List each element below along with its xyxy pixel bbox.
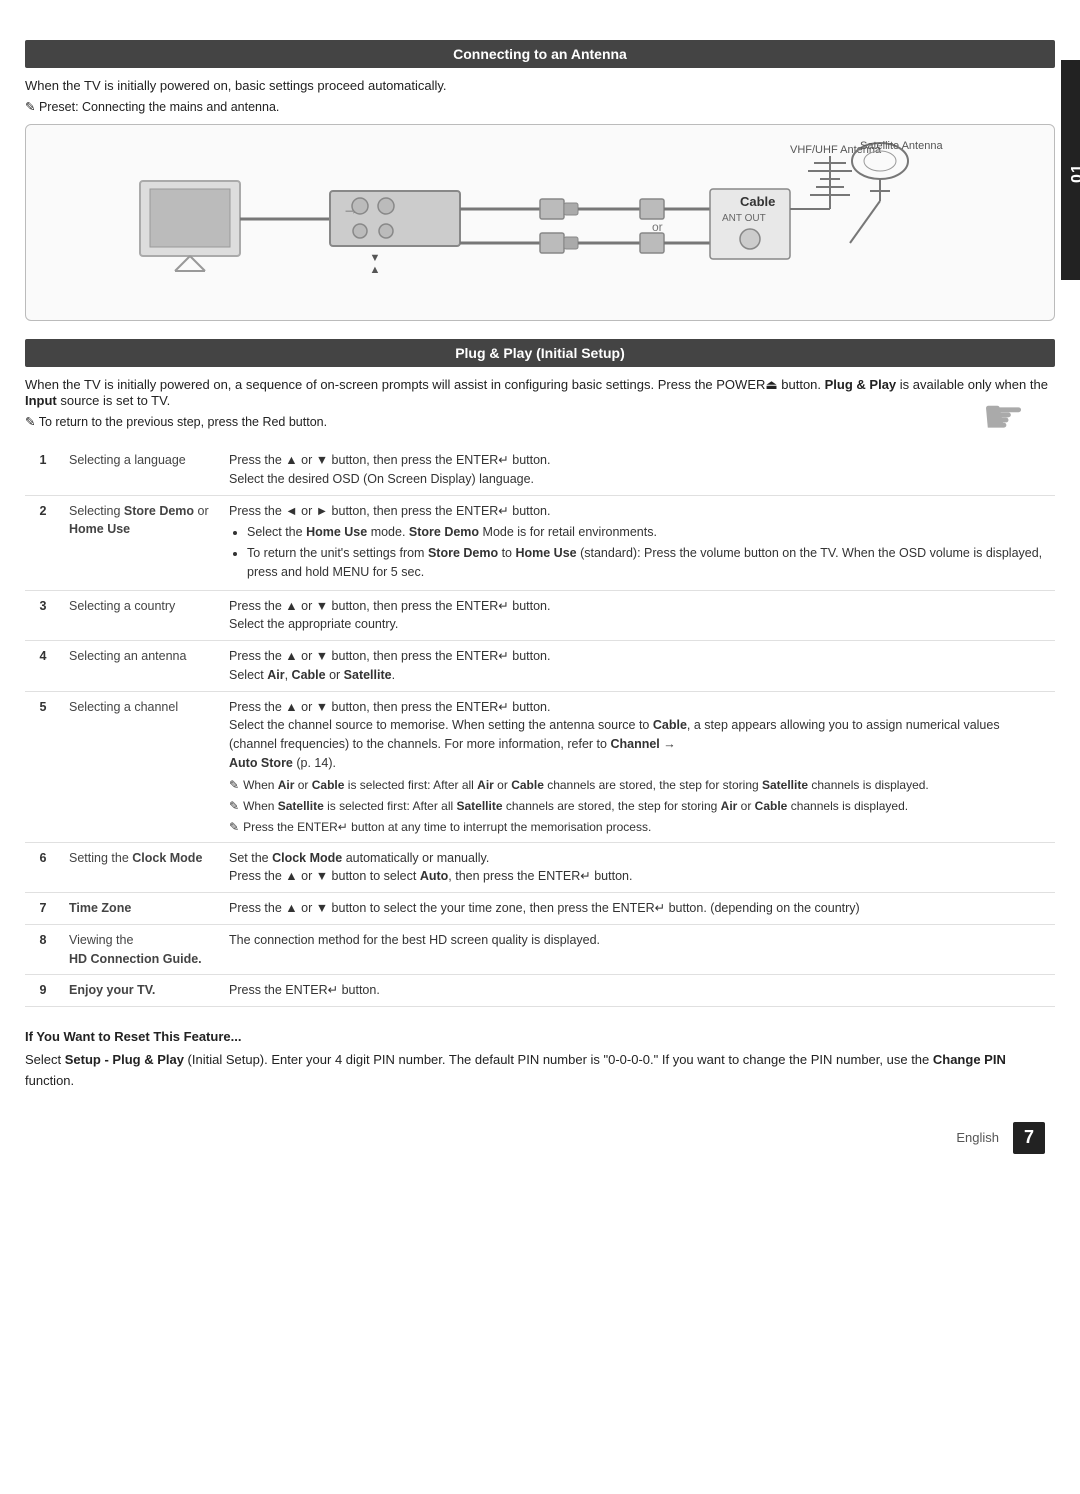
step-num-3: 3 — [25, 590, 61, 641]
step-row-9: 9 Enjoy your TV. Press the ENTER↵ button… — [25, 975, 1055, 1007]
step-row-8: 8 Viewing theHD Connection Guide. The co… — [25, 924, 1055, 975]
step-label-7: Time Zone — [61, 893, 221, 925]
step-desc-3: Press the ▲ or ▼ button, then press the … — [221, 590, 1055, 641]
antenna-info-line1: When the TV is initially powered on, bas… — [25, 78, 1055, 93]
step-num-2: 2 — [25, 495, 61, 590]
step-row-4: 4 Selecting an antenna Press the ▲ or ▼ … — [25, 641, 1055, 692]
antenna-diagram: → or — [46, 141, 1034, 306]
svg-text:▲: ▲ — [370, 264, 381, 276]
step-num-1: 1 — [25, 445, 61, 495]
step-num-6: 6 — [25, 842, 61, 893]
plug-play-intro: When the TV is initially powered on, a s… — [25, 377, 1055, 408]
plug-play-note-back: ✎ To return to the previous step, press … — [25, 414, 1055, 429]
step-desc-4: Press the ▲ or ▼ button, then press the … — [221, 641, 1055, 692]
side-tab-number: 01 — [1069, 163, 1080, 183]
step-row-3: 3 Selecting a country Press the ▲ or ▼ b… — [25, 590, 1055, 641]
power-hand-icon: ☛ — [982, 389, 1025, 445]
svg-text:Satellite Antenna: Satellite Antenna — [860, 141, 943, 152]
step-row-1: 1 Selecting a language Press the ▲ or ▼ … — [25, 445, 1055, 495]
step-label-5: Selecting a channel — [61, 691, 221, 842]
step-desc-1: Press the ▲ or ▼ button, then press the … — [221, 445, 1055, 495]
step-desc-7: Press the ▲ or ▼ button to select the yo… — [221, 893, 1055, 925]
antenna-note-line1: ✎ Preset: Connecting the mains and anten… — [25, 99, 1055, 114]
step-row-2: 2 Selecting Store Demo orHome Use Press … — [25, 495, 1055, 590]
antenna-diagram-box: → or — [25, 124, 1055, 321]
side-tab: 01 Getting Started — [1061, 60, 1080, 280]
step-desc-9: Press the ENTER↵ button. — [221, 975, 1055, 1007]
footer-page-number: 7 — [1013, 1122, 1045, 1154]
step-num-8: 8 — [25, 924, 61, 975]
steps-table: 1 Selecting a language Press the ▲ or ▼ … — [25, 445, 1055, 1007]
step-num-7: 7 — [25, 893, 61, 925]
step-desc-6: Set the Clock Mode automatically or manu… — [221, 842, 1055, 893]
step-label-4: Selecting an antenna — [61, 641, 221, 692]
step-label-8: Viewing theHD Connection Guide. — [61, 924, 221, 975]
reset-title: If You Want to Reset This Feature... — [25, 1029, 1055, 1044]
step-row-6: 6 Setting the Clock Mode Set the Clock M… — [25, 842, 1055, 893]
step-label-2: Selecting Store Demo orHome Use — [61, 495, 221, 590]
svg-text:▼: ▼ — [370, 252, 381, 264]
step-label-3: Selecting a country — [61, 590, 221, 641]
step-label-6: Setting the Clock Mode — [61, 842, 221, 893]
step-desc-2: Press the ◄ or ► button, then press the … — [221, 495, 1055, 590]
step-row-5: 5 Selecting a channel Press the ▲ or ▼ b… — [25, 691, 1055, 842]
reset-section: If You Want to Reset This Feature... Sel… — [25, 1029, 1055, 1092]
step-desc-8: The connection method for the best HD sc… — [221, 924, 1055, 975]
step-label-9: Enjoy your TV. — [61, 975, 221, 1007]
antenna-section-header: Connecting to an Antenna — [25, 40, 1055, 68]
footer-language: English — [956, 1130, 999, 1145]
antenna-svg: → or — [130, 141, 950, 306]
svg-text:or: or — [652, 220, 663, 234]
step-num-4: 4 — [25, 641, 61, 692]
svg-text:Cable: Cable — [740, 194, 775, 209]
reset-text: Select Setup - Plug & Play (Initial Setu… — [25, 1050, 1055, 1092]
step-num-5: 5 — [25, 691, 61, 842]
svg-text:ANT OUT: ANT OUT — [722, 213, 766, 224]
plug-play-section-header: Plug & Play (Initial Setup) — [25, 339, 1055, 367]
step-row-7: 7 Time Zone Press the ▲ or ▼ button to s… — [25, 893, 1055, 925]
step-num-9: 9 — [25, 975, 61, 1007]
page-footer: English 7 — [25, 1122, 1055, 1154]
step-label-1: Selecting a language — [61, 445, 221, 495]
step-desc-5: Press the ▲ or ▼ button, then press the … — [221, 691, 1055, 842]
